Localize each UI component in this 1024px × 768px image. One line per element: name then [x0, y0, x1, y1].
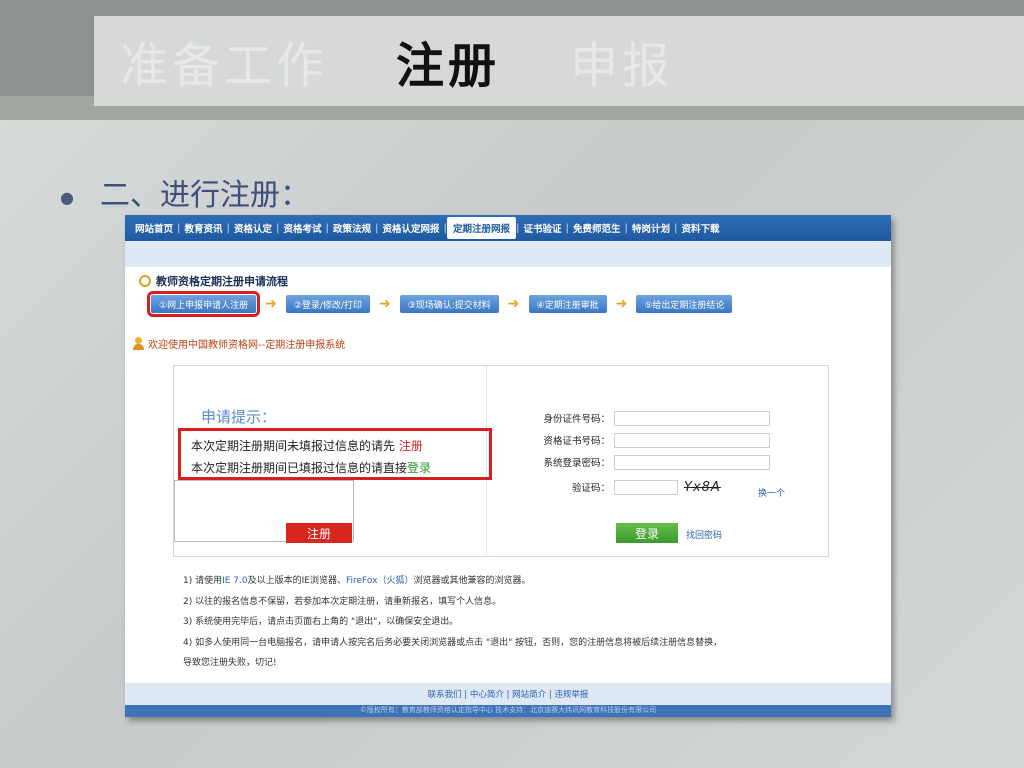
nav-item-news[interactable]: 教育资讯	[181, 221, 227, 235]
step-3[interactable]: ③现场确认:提交材料	[399, 295, 499, 313]
user-icon	[133, 337, 144, 350]
tab-apply: 申报	[570, 38, 675, 94]
login-panel: 申请提示： 本次定期注册期间未填报过信息的请先 注册 本次定期注册期间已填报过信…	[173, 365, 829, 557]
arrow-right-icon: ➜	[378, 296, 391, 312]
footer-copyright: ©版权所有：教育部教师资格认定指导中心 技术支持：北京迪赛大纬讯网教育科技股份有…	[125, 705, 891, 717]
nav-item-special-plan[interactable]: 特岗计划	[628, 221, 674, 235]
password-label: 系统登录密码：	[543, 458, 610, 469]
nav-item-downloads[interactable]: 资料下载	[678, 221, 724, 235]
nav-item-periodic-registration[interactable]: 定期注册网报	[447, 217, 517, 239]
process-heading: 教师资格定期注册申请流程	[139, 273, 288, 289]
login-button[interactable]: 登录	[616, 523, 678, 543]
step-2[interactable]: ②登录/修改/打印	[285, 295, 370, 313]
nav-item-cert-verify[interactable]: 证书验证	[520, 221, 566, 235]
hint-line-register: 本次定期注册期间未填报过信息的请先 注册	[191, 439, 423, 453]
id-number-input[interactable]	[614, 411, 770, 426]
login-link[interactable]: 登录	[407, 461, 431, 475]
nav-item-home[interactable]: 网站首页	[131, 221, 177, 235]
forgot-password-link[interactable]: 找回密码	[686, 528, 722, 541]
notes-list: 1) 请使用IE 7.0及以上版本的IE浏览器、FireFox（火狐）浏览器或其…	[183, 571, 722, 674]
process-title: 教师资格定期注册申请流程	[156, 275, 288, 288]
arrow-right-icon: ➜	[615, 296, 628, 312]
tab-prepare: 准备工作	[120, 38, 329, 94]
step-1[interactable]: ①网上申报申请人注册	[146, 291, 261, 317]
welcome-message: 欢迎使用中国教师资格网--定期注册申报系统	[133, 336, 345, 351]
clock-icon	[139, 275, 151, 287]
sub-header	[125, 241, 891, 267]
step-5[interactable]: ⑤给出定期注册结论	[636, 295, 733, 313]
nav-item-policy[interactable]: 政策法规	[329, 221, 375, 235]
note-3: 3) 系统使用完毕后，请点击页面右上角的 "退出"，以确保安全退出。	[183, 617, 459, 627]
nav-item-qualification[interactable]: 资格认定	[230, 221, 276, 235]
arrow-right-icon: ➜	[507, 296, 520, 312]
tab-register: 注册	[396, 38, 501, 94]
website-screenshot: 网站首页 | 教育资讯 | 资格认定 | 资格考试 | 政策法规 | 资格认定网报 | 定期…	[125, 215, 891, 717]
slide-title-bar: 准备工作 注册 申报	[94, 16, 1024, 106]
process-steps: ①网上申报申请人注册 ➜ ②登录/修改/打印 ➜ ③现场确认:提交材料 ➜ ④定…	[146, 291, 733, 317]
top-nav: 网站首页 | 教育资讯 | 资格认定 | 资格考试 | 政策法规 | 资格认定网报 | 定期…	[125, 215, 891, 241]
captcha-image: Yx8A	[684, 480, 721, 495]
nav-item-exam[interactable]: 资格考试	[280, 221, 326, 235]
bullet-text: 二、进行注册：	[99, 178, 310, 213]
arrow-right-icon: ➜	[265, 296, 277, 312]
captcha-label: 验证码：	[571, 483, 610, 494]
id-label: 身份证件号码：	[543, 414, 610, 425]
hint-line-login: 本次定期注册期间已填报过信息的请直接登录	[191, 461, 432, 475]
bullet-heading: ● 二、进行注册：	[60, 170, 310, 214]
password-input[interactable]	[614, 455, 770, 470]
nav-item-qualification-online[interactable]: 资格认定网报	[379, 221, 444, 235]
note-1: 1) 请使用IE 7.0及以上版本的IE浏览器、FireFox（火狐）浏览器或其…	[183, 576, 531, 586]
note-4: 4) 如多人使用同一台电脑报名，请申请人按完名后务必要关闭浏览器或点击 "退出"…	[183, 637, 723, 648]
bullet-dot-icon: ●	[60, 187, 74, 207]
captcha-input[interactable]	[614, 480, 678, 495]
welcome-text: 欢迎使用中国教师资格网--定期注册申报系统	[148, 340, 346, 351]
hint-box: 本次定期注册期间未填报过信息的请先 注册 本次定期注册期间已填报过信息的请直接登…	[178, 428, 492, 480]
refresh-captcha-link[interactable]: 换一个	[758, 486, 785, 499]
register-link[interactable]: 注册	[399, 439, 423, 453]
note-4-cont: 导致您注册失败，切记!	[183, 658, 277, 668]
cert-number-input[interactable]	[614, 433, 770, 448]
note-2: 2) 以往的报名信息不保留，若参加本次定期注册，请重新报名，填写个人信息。	[183, 596, 502, 607]
footer-links[interactable]: 联系我们 | 中心简介 | 网站简介 | 违规举报	[125, 683, 891, 705]
nav-item-free-normal[interactable]: 免费师范生	[569, 221, 625, 235]
step-4[interactable]: ④定期注册审批	[528, 295, 607, 313]
cert-label: 资格证书号码：	[543, 436, 610, 447]
register-button[interactable]: 注册	[286, 523, 352, 543]
hint-title: 申请提示：	[201, 408, 277, 426]
